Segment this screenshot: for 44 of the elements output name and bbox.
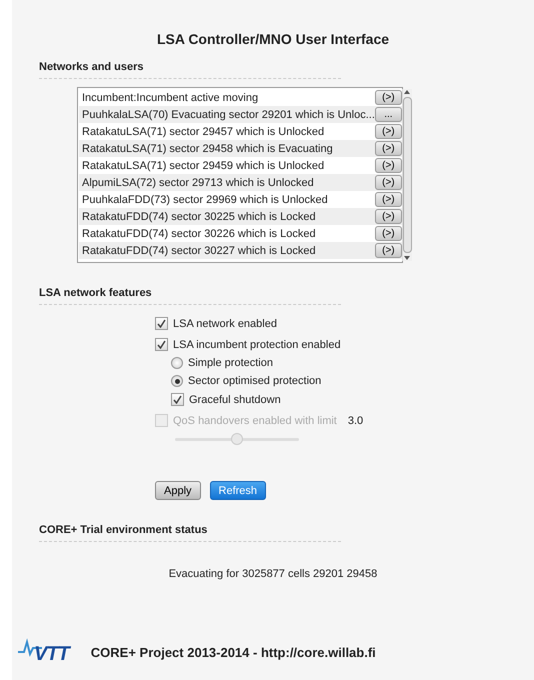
footer-text: CORE+ Project 2013-2014 - http://core.willab.fi (90, 644, 376, 660)
checkbox[interactable] (155, 338, 168, 351)
details-button[interactable]: (>) (374, 90, 402, 105)
scrollbar[interactable] (402, 89, 412, 261)
option-label: LSA network enabled (173, 318, 277, 330)
scroll-down-icon[interactable] (403, 255, 412, 261)
option-label: Graceful shutdown (189, 394, 281, 406)
details-button[interactable]: (>) (374, 209, 402, 224)
section-heading: Networks and users (39, 61, 341, 79)
list-item[interactable]: RatakatuLSA(71) sector 29457 which is Unlocked (82, 126, 324, 138)
section-heading: LSA network features (39, 287, 341, 305)
apply-button[interactable]: Apply (155, 481, 201, 500)
details-button[interactable]: (>) (374, 192, 402, 207)
list-item[interactable]: RatakatuLSA(71) sector 29459 which is Unlocked (82, 160, 324, 172)
details-button[interactable]: (>) (374, 243, 402, 258)
option-label: QoS handovers enabled with limit (173, 414, 337, 426)
status-message: Evacuating for 3025877 cells 29201 29458 (168, 568, 378, 580)
page-title: LSA Controller/MNO User Interface (156, 30, 390, 47)
refresh-button[interactable]: Refresh (210, 481, 266, 500)
details-button[interactable]: (>) (374, 175, 402, 190)
option-label: Sector optimised protection (188, 375, 322, 387)
radio-button[interactable] (171, 375, 183, 387)
list-item[interactable]: RatakatuFDD(74) sector 30225 which is Locked (82, 210, 316, 222)
list-item[interactable]: AlpumiLSA(72) sector 29713 which is Unlocked (82, 176, 314, 188)
list-item[interactable]: Incumbent:Incumbent active moving (82, 92, 258, 104)
list-item[interactable]: PuuhkalaLSA(70) Evacuating sector 29201 which is Unloc... (82, 108, 375, 120)
radio-button[interactable] (171, 357, 183, 369)
option-label: LSA incumbent protection enabled (173, 338, 341, 350)
list-item[interactable]: RatakatuFDD(74) sector 30227 which is Locked (82, 244, 316, 256)
list-item[interactable]: RatakatuLSA(71) sector 29458 which is Evacuating (82, 142, 333, 154)
list-item[interactable]: PuuhkalaFDD(73) sector 29969 which is Unlocked (82, 194, 328, 206)
details-button[interactable]: (>) (374, 158, 402, 173)
limit-value: 3.0 (348, 414, 364, 426)
logo: VTT (34, 643, 69, 666)
section-heading: CORE+ Trial environment status (39, 524, 341, 542)
checkbox[interactable] (155, 317, 168, 330)
details-button[interactable]: (>) (374, 141, 402, 156)
details-button[interactable]: (>) (374, 124, 402, 139)
checkbox[interactable] (171, 393, 184, 406)
scroll-up-icon[interactable] (403, 89, 412, 95)
list-item[interactable]: RatakatuFDD(74) sector 30226 which is Locked (82, 228, 316, 240)
details-button[interactable]: (>) (374, 226, 402, 241)
option-label: Simple protection (188, 357, 273, 369)
details-button[interactable]: ... (374, 107, 402, 122)
